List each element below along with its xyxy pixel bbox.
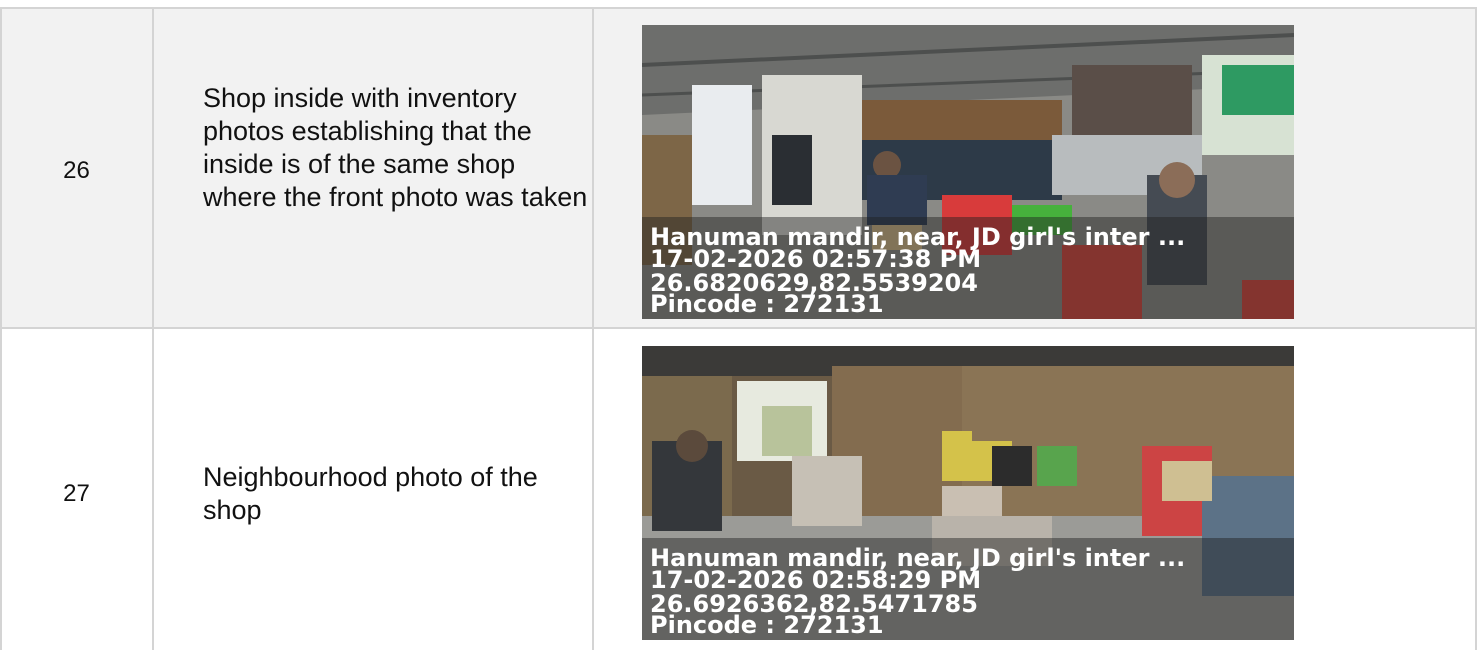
column-divider <box>0 8 2 650</box>
geotag-pincode: Pincode : 272131 <box>650 611 884 639</box>
row-divider <box>0 327 1477 329</box>
column-divider <box>152 8 154 650</box>
neighbourhood-photo[interactable]: Hanuman mandir, near, JD girl's inter ..… <box>642 346 1294 640</box>
column-divider <box>1475 8 1477 650</box>
serial-number: 26 <box>63 157 90 184</box>
shop-inside-photo[interactable]: Hanuman mandir, near, JD girl's inter ..… <box>642 25 1294 319</box>
geotag-datetime: 17-02-2026 02:57:38 PM <box>650 245 982 273</box>
geotag-datetime: 17-02-2026 02:58:29 PM <box>650 566 982 594</box>
geotag-pincode: Pincode : 272131 <box>650 290 884 318</box>
row-divider <box>0 7 1477 9</box>
geotag-overlay: Hanuman mandir, near, JD girl's inter ..… <box>642 217 1294 319</box>
column-divider <box>592 8 594 650</box>
geotag-overlay: Hanuman mandir, near, JD girl's inter ..… <box>642 538 1294 640</box>
serial-number: 27 <box>63 480 90 507</box>
photo-description: Neighbourhood photo of the shop <box>203 462 538 525</box>
photo-description: Shop inside with inventory photos establ… <box>203 83 588 212</box>
